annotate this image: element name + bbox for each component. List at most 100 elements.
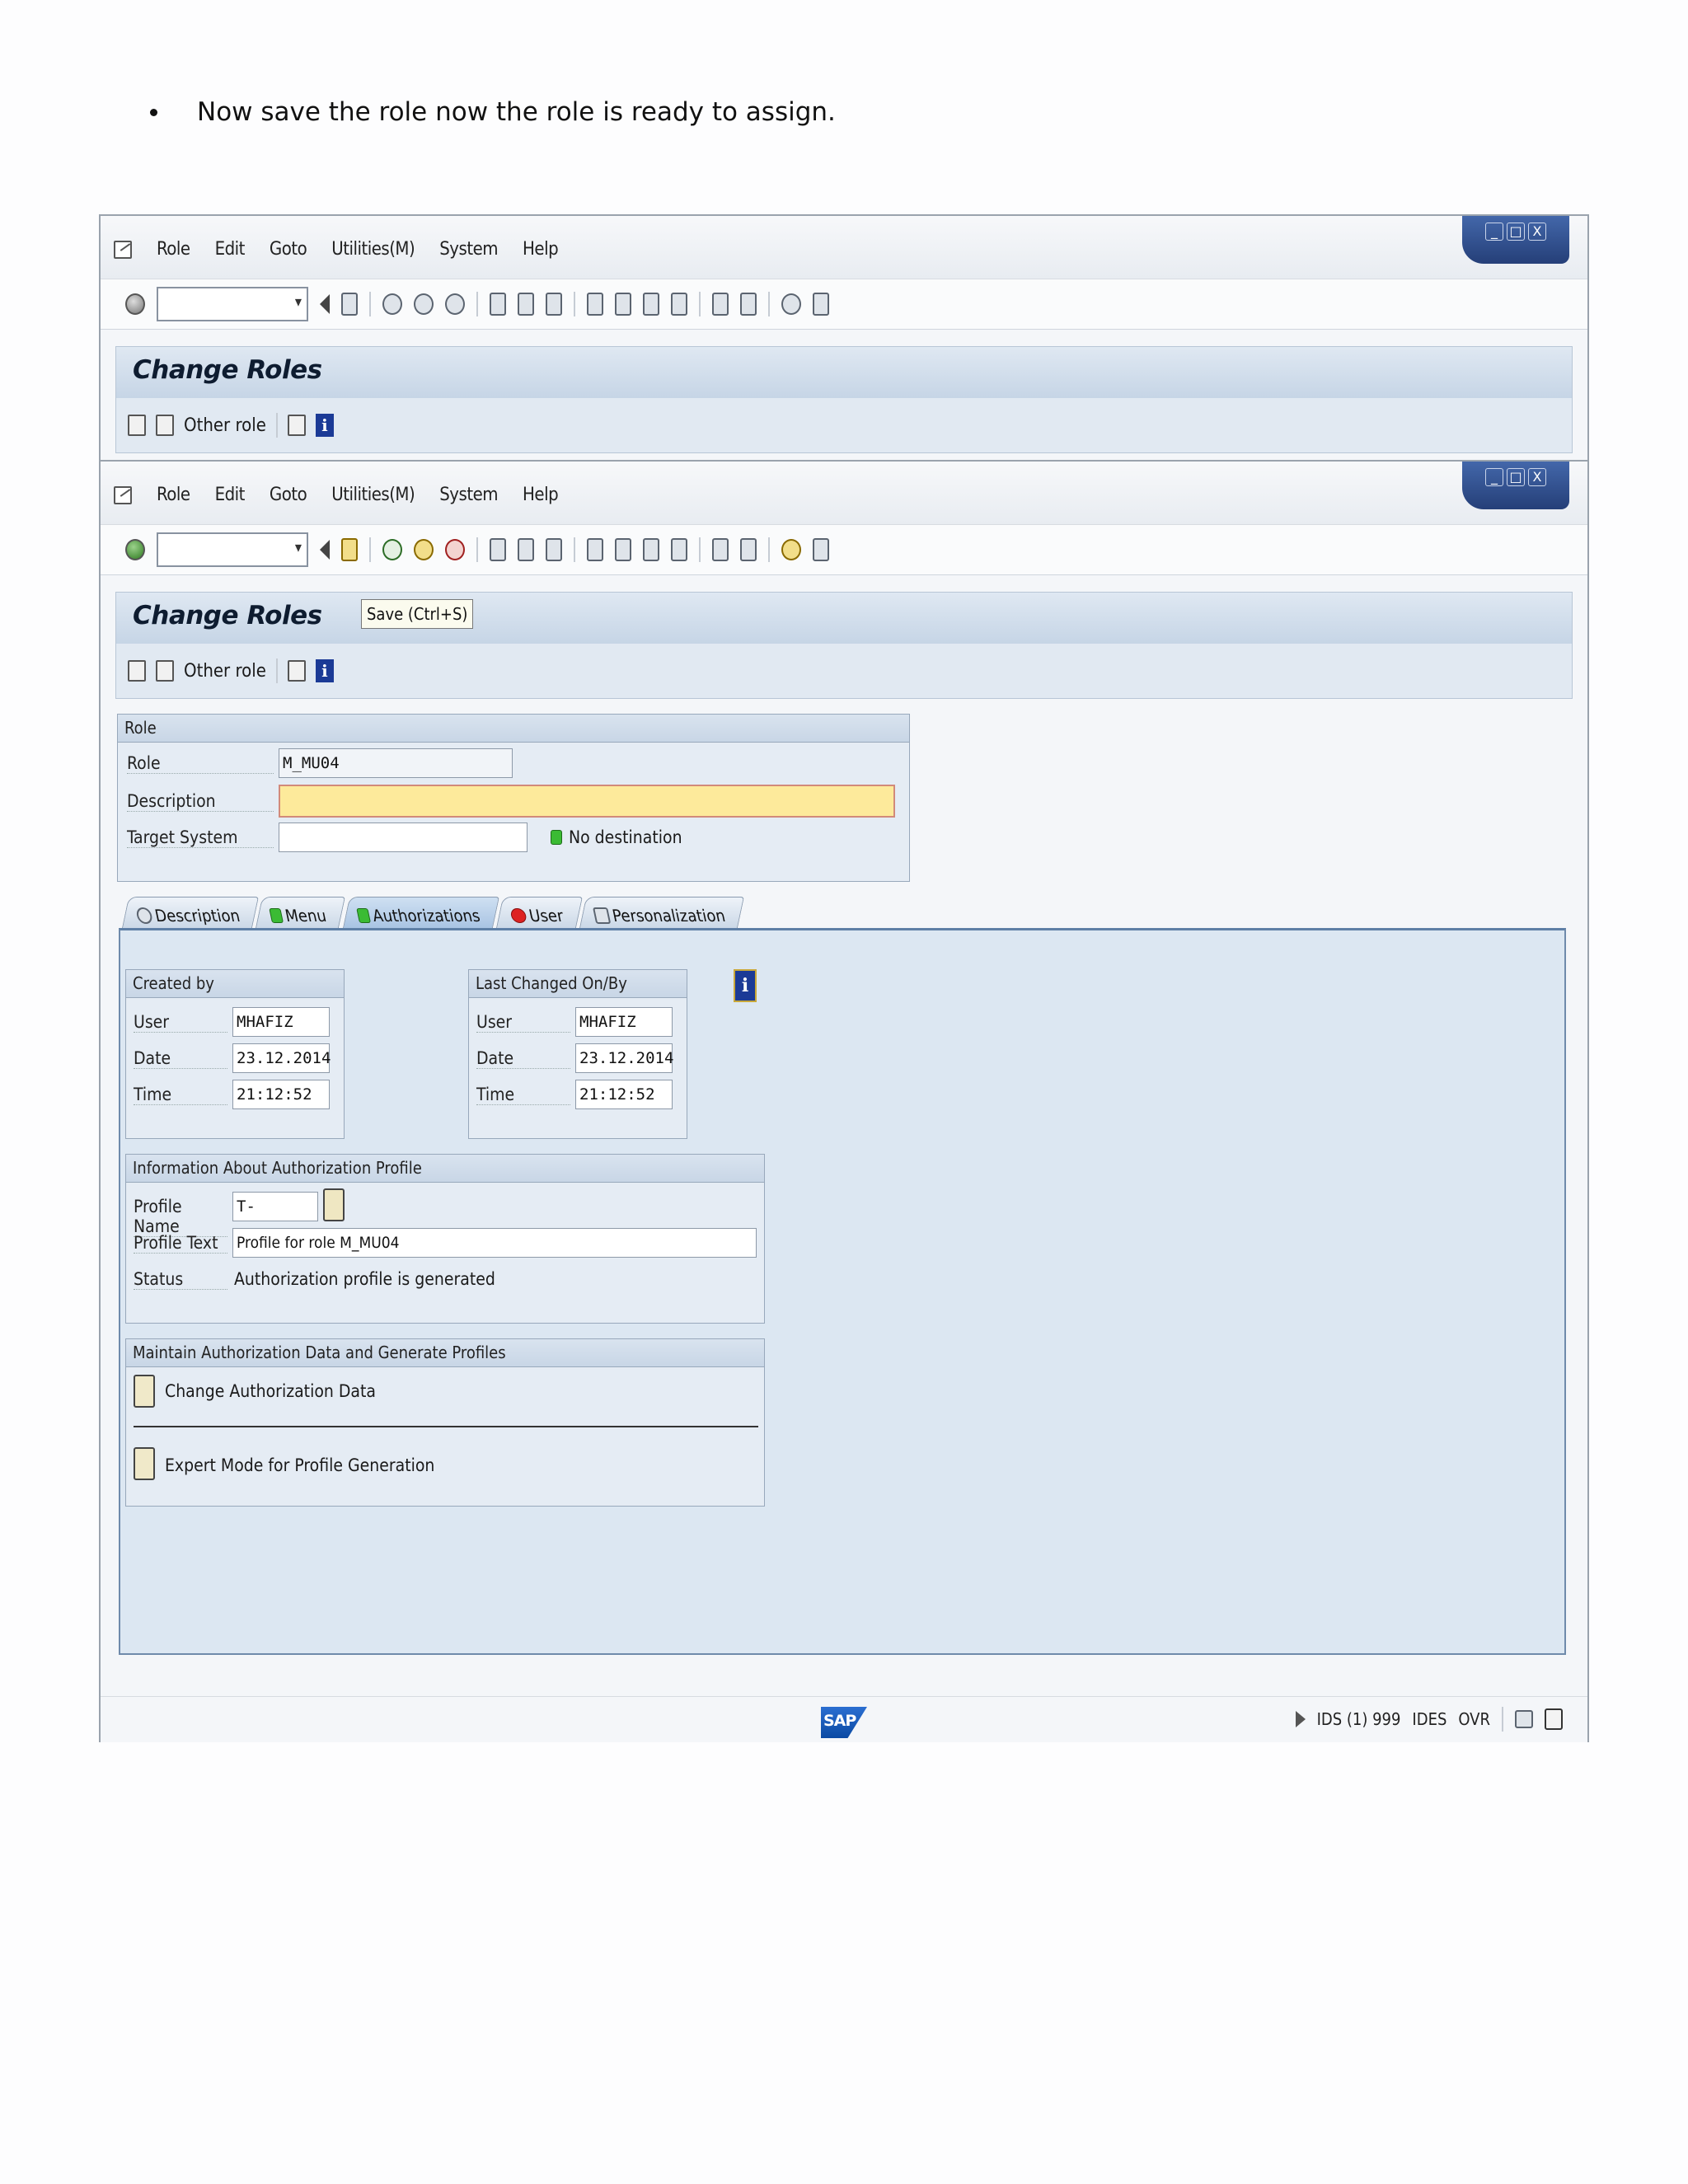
new-session-icon[interactable] (712, 293, 729, 316)
other-role-button[interactable]: Other role (184, 415, 266, 436)
changed-date-field[interactable]: 23.12.2014 (575, 1043, 673, 1073)
exit-icon[interactable] (414, 539, 434, 560)
tab-personalization[interactable]: Personalization (579, 897, 745, 928)
new-session-icon[interactable] (712, 538, 729, 561)
restore-icon[interactable]: □ (1507, 223, 1525, 241)
menu-system[interactable]: System (439, 485, 498, 505)
find-icon[interactable] (518, 538, 534, 561)
exit-icon[interactable] (414, 293, 434, 315)
status-value: Authorization profile is generated (234, 1269, 495, 1289)
enter-icon[interactable] (125, 293, 145, 315)
expert-mode-button[interactable]: Expert Mode for Profile Generation (165, 1455, 434, 1475)
last-page-icon[interactable] (671, 293, 687, 316)
changed-user-field[interactable]: MHAFIZ (575, 1007, 673, 1037)
menu-icon[interactable] (114, 240, 132, 259)
target-system-field[interactable] (279, 823, 528, 852)
shortcut-icon[interactable] (740, 538, 757, 561)
changed-time-label: Time (476, 1085, 570, 1105)
shortcut-icon[interactable] (740, 293, 757, 316)
back-arrow-icon[interactable] (320, 540, 330, 560)
previous-page-icon[interactable] (615, 293, 631, 316)
tab-menu[interactable]: Menu (256, 897, 346, 928)
hierarchy-icon[interactable] (287, 415, 306, 436)
help-icon[interactable] (781, 293, 801, 315)
expert-mode-icon[interactable] (134, 1447, 155, 1480)
save-tooltip: Save (Ctrl+S) (361, 599, 474, 629)
menu-role[interactable]: Role (157, 239, 190, 260)
command-field[interactable] (157, 287, 308, 321)
tab-user[interactable]: User (495, 897, 583, 928)
menu-system[interactable]: System (439, 239, 498, 260)
menu-help[interactable]: Help (523, 239, 559, 260)
created-date-field[interactable]: 23.12.2014 (232, 1043, 331, 1073)
restore-icon[interactable]: □ (1507, 468, 1525, 486)
created-time-field[interactable]: 21:12:52 (232, 1080, 330, 1109)
info-icon[interactable]: i (315, 659, 334, 682)
tab-description[interactable]: Description (121, 897, 260, 928)
find-next-icon[interactable] (546, 293, 562, 316)
display-change-icon[interactable] (128, 415, 146, 436)
menu-help[interactable]: Help (523, 485, 559, 505)
menu-goto[interactable]: Goto (270, 239, 307, 260)
back-icon[interactable] (382, 293, 402, 315)
minimize-icon[interactable]: _ (1485, 468, 1503, 486)
display-change-icon[interactable] (128, 660, 146, 682)
save-icon[interactable] (341, 538, 358, 561)
menu-edit[interactable]: Edit (215, 239, 246, 260)
print-icon[interactable] (490, 538, 506, 561)
profile-name-field[interactable]: T-IS050074 (232, 1192, 318, 1244)
minimize-icon[interactable]: _ (1485, 223, 1503, 241)
cancel-icon[interactable] (445, 539, 465, 560)
profile-text-field[interactable]: Profile for role M_MU04 (232, 1228, 757, 1258)
menu-goto[interactable]: Goto (270, 485, 307, 505)
enter-icon[interactable] (125, 539, 145, 560)
red-led-icon (509, 907, 528, 923)
menu-utilities[interactable]: Utilities(M) (331, 239, 415, 260)
print-icon[interactable] (490, 293, 506, 316)
change-auth-data-button[interactable]: Change Authorization Data (165, 1381, 376, 1401)
menu-icon[interactable] (114, 485, 132, 504)
green-led-icon (551, 830, 562, 845)
first-page-icon[interactable] (587, 293, 603, 316)
first-page-icon[interactable] (587, 538, 603, 561)
cancel-icon[interactable] (445, 293, 465, 315)
expand-icon[interactable] (1295, 1711, 1306, 1727)
instruction-text: Now save the role now the role is ready … (197, 97, 836, 127)
menu-edit[interactable]: Edit (215, 485, 246, 505)
tab-authorizations-label: Authorizations (370, 905, 482, 926)
save-icon[interactable] (341, 293, 358, 316)
info-icon[interactable]: i (734, 969, 757, 1002)
description-field[interactable] (279, 785, 895, 818)
pencil-icon[interactable] (134, 1375, 155, 1408)
help-icon[interactable] (781, 539, 801, 560)
last-page-icon[interactable] (671, 538, 687, 561)
back-icon[interactable] (382, 539, 402, 560)
standard-toolbar (101, 279, 1587, 330)
changed-time-field[interactable]: 21:12:52 (575, 1080, 673, 1109)
other-role-icon[interactable] (156, 415, 174, 436)
previous-page-icon[interactable] (615, 538, 631, 561)
layout-menu-icon[interactable] (813, 538, 829, 561)
role-field[interactable]: M_MU04 (279, 748, 513, 778)
menu-role[interactable]: Role (157, 485, 190, 505)
standard-toolbar (101, 524, 1587, 575)
next-page-icon[interactable] (643, 538, 659, 561)
hierarchy-icon[interactable] (287, 660, 306, 682)
changed-date-label: Date (476, 1048, 570, 1069)
back-arrow-icon[interactable] (320, 294, 330, 314)
find-next-icon[interactable] (546, 538, 562, 561)
other-role-icon[interactable] (156, 660, 174, 682)
menu-utilities[interactable]: Utilities(M) (331, 485, 415, 505)
tab-authorizations[interactable]: Authorizations (342, 897, 499, 928)
close-icon[interactable]: X (1528, 223, 1546, 241)
delete-profile-icon[interactable] (323, 1188, 345, 1221)
close-icon[interactable]: X (1528, 468, 1546, 486)
find-icon[interactable] (518, 293, 534, 316)
info-icon[interactable]: i (315, 414, 334, 437)
system-id[interactable]: IDS (1) 999 (1317, 1709, 1401, 1729)
other-role-button[interactable]: Other role (184, 661, 266, 682)
created-user-field[interactable]: MHAFIZ (232, 1007, 330, 1037)
next-page-icon[interactable] (643, 293, 659, 316)
command-field[interactable] (157, 532, 308, 567)
layout-menu-icon[interactable] (813, 293, 829, 316)
